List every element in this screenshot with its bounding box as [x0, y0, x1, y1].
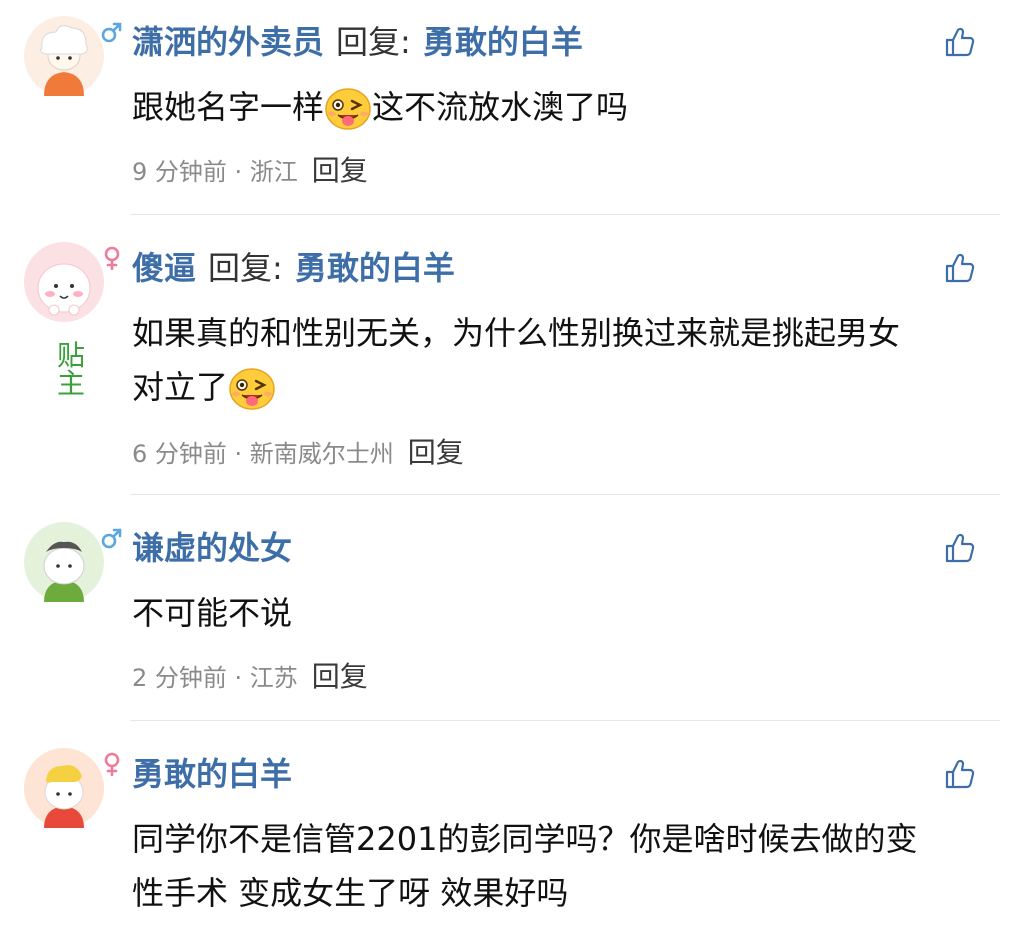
comment-item: 谦虚的处女 不可能不说 2 分钟前 · 江苏 回复 — [0, 522, 1017, 721]
comment-item: 勇敢的白羊 同学你不是信管2201的彭同学吗？你是啥时候去做的变 性手术 变成女… — [0, 748, 1017, 929]
thumbs-up-icon[interactable] — [944, 532, 976, 564]
location: 浙江 — [249, 158, 298, 186]
content-text: 不可能不说 — [132, 594, 293, 632]
comment-meta: 2 分钟前 · 江苏 回复 — [132, 662, 368, 693]
comment-header: 潇洒的外卖员 回复: 勇敢的白羊 — [132, 22, 583, 62]
female-icon — [100, 246, 124, 270]
content-text: 跟她名字一样 — [132, 88, 325, 126]
wink-tongue-emoji — [228, 367, 276, 411]
cloud-head-avatar-pink — [24, 242, 104, 322]
separator: · — [226, 664, 250, 692]
content-text: 这不流放水澳了吗 — [372, 88, 629, 126]
comment-header: 勇敢的白羊 — [132, 754, 292, 794]
username[interactable]: 傻逼 — [132, 249, 196, 287]
comment-item: 贴主 傻逼 回复: 勇敢的白羊 如果真的和性别无关，为什么性别换过来就是挑起男女 对… — [0, 242, 1017, 495]
content-line: 对立了 — [132, 360, 992, 414]
comment-header: 傻逼 回复: 勇敢的白羊 — [132, 248, 455, 288]
cloud-head-avatar-red — [24, 748, 104, 828]
comment-header: 谦虚的处女 — [132, 528, 292, 568]
reply-target-username[interactable]: 勇敢的白羊 — [423, 23, 583, 61]
reply-word: 回复: — [336, 23, 411, 61]
thumbs-up-icon[interactable] — [944, 252, 976, 284]
content-line: 性手术 变成女生了呀 效果好吗 — [132, 874, 569, 912]
divider — [130, 494, 1000, 495]
cloud-head-avatar-orange — [24, 16, 104, 96]
username[interactable]: 潇洒的外卖员 — [132, 23, 324, 61]
avatar[interactable] — [24, 522, 104, 602]
wink-tongue-emoji — [324, 87, 372, 131]
separator: · — [226, 158, 250, 186]
avatar[interactable]: 贴主 — [24, 242, 104, 398]
location: 新南威尔士州 — [249, 440, 394, 468]
location: 江苏 — [249, 664, 298, 692]
content-line: 如果真的和性别无关，为什么性别换过来就是挑起男女 — [132, 314, 901, 352]
male-icon — [100, 20, 124, 44]
thumbs-up-icon[interactable] — [944, 26, 976, 58]
poster-badge: 贴主 — [57, 339, 86, 400]
comment-meta: 9 分钟前 · 浙江 回复 — [132, 156, 368, 187]
comment-content: 如果真的和性别无关，为什么性别换过来就是挑起男女 对立了 — [132, 306, 992, 414]
content-line: 同学你不是信管2201的彭同学吗？你是啥时候去做的变 — [132, 820, 918, 858]
reply-button[interactable]: 回复 — [312, 660, 368, 693]
divider — [130, 214, 1000, 215]
username[interactable]: 谦虚的处女 — [132, 529, 292, 567]
avatar[interactable] — [24, 16, 104, 96]
reply-button[interactable]: 回复 — [408, 436, 464, 469]
timestamp: 6 分钟前 — [132, 440, 227, 468]
separator: · — [226, 440, 250, 468]
divider — [130, 720, 1000, 721]
comment-content: 不可能不说 — [132, 586, 992, 640]
timestamp: 9 分钟前 — [132, 158, 227, 186]
male-icon — [100, 526, 124, 550]
avatar[interactable] — [24, 748, 104, 828]
comment-content: 同学你不是信管2201的彭同学吗？你是啥时候去做的变 性手术 变成女生了呀 效果… — [132, 812, 992, 920]
timestamp: 2 分钟前 — [132, 664, 227, 692]
female-icon — [100, 752, 124, 776]
comment-item: 潇洒的外卖员 回复: 勇敢的白羊 跟她名字一样 这不流放水澳了吗 9 分钟前 · 浙江… — [0, 16, 1017, 215]
reply-word: 回复: — [208, 249, 283, 287]
thumbs-up-icon[interactable] — [944, 758, 976, 790]
reply-button[interactable]: 回复 — [312, 154, 368, 187]
username[interactable]: 勇敢的白羊 — [132, 755, 292, 793]
cloud-head-avatar-green — [24, 522, 104, 602]
reply-target-username[interactable]: 勇敢的白羊 — [295, 249, 455, 287]
content-text: 对立了 — [132, 368, 229, 406]
comment-content: 跟她名字一样 这不流放水澳了吗 — [132, 80, 992, 134]
comment-meta: 6 分钟前 · 新南威尔士州 回复 — [132, 438, 464, 469]
